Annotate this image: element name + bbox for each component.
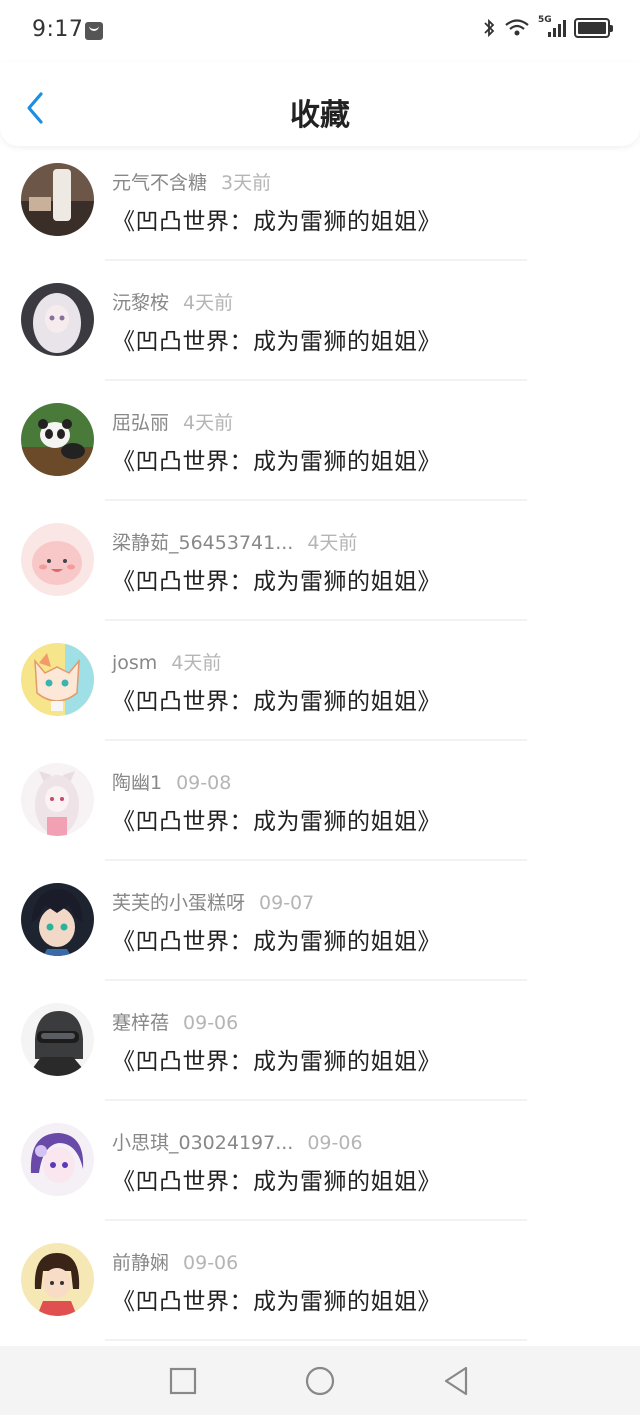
username[interactable]: 陶幽1 bbox=[112, 772, 162, 794]
divider bbox=[105, 1339, 527, 1341]
list-item[interactable]: 屈弘丽 4天前 《凹凸世界：成为雷狮的姐姐》 bbox=[0, 386, 640, 506]
username[interactable]: 前静娴 bbox=[112, 1252, 169, 1274]
avatar[interactable] bbox=[21, 523, 94, 596]
divider bbox=[105, 1099, 527, 1101]
work-title[interactable]: 《凹凸世界：成为雷狮的姐姐》 bbox=[112, 1162, 441, 1196]
signal-5g-icon: 5G bbox=[538, 15, 566, 38]
timestamp: 09-06 bbox=[183, 1012, 239, 1034]
work-title[interactable]: 《凹凸世界：成为雷狮的姐姐》 bbox=[112, 1042, 441, 1076]
user-row: 前静娴 09-06 bbox=[112, 1248, 238, 1275]
user-row: 沅黎桉 4天前 bbox=[112, 288, 233, 315]
work-title[interactable]: 《凹凸世界：成为雷狮的姐姐》 bbox=[112, 1282, 441, 1316]
avatar[interactable] bbox=[21, 1123, 94, 1196]
user-row: josm 4天前 bbox=[112, 648, 221, 675]
user-row: 梁静茹_56453741... 4天前 bbox=[112, 528, 357, 555]
username[interactable]: 芙芙的小蛋糕呀 bbox=[112, 892, 245, 914]
divider bbox=[105, 379, 527, 381]
user-row: 蹇梓蓓 09-06 bbox=[112, 1008, 238, 1035]
work-title[interactable]: 《凹凸世界：成为雷狮的姐姐》 bbox=[112, 682, 441, 716]
page-title: 收藏 bbox=[290, 98, 350, 133]
username[interactable]: 蹇梓蓓 bbox=[112, 1012, 169, 1034]
avatar[interactable] bbox=[21, 283, 94, 356]
avatar[interactable] bbox=[21, 763, 94, 836]
wifi-icon bbox=[505, 19, 529, 36]
battery-icon bbox=[574, 18, 613, 38]
user-row: 小思琪_03024197... 09-06 bbox=[112, 1128, 363, 1155]
divider bbox=[105, 739, 527, 741]
timestamp: 3天前 bbox=[221, 172, 272, 194]
status-bar: 9:17 5G bbox=[0, 0, 640, 62]
avatar[interactable] bbox=[21, 883, 94, 956]
timestamp: 4天前 bbox=[171, 652, 222, 674]
bluetooth-icon bbox=[484, 18, 495, 38]
work-title[interactable]: 《凹凸世界：成为雷狮的姐姐》 bbox=[112, 802, 441, 836]
timestamp: 09-07 bbox=[259, 892, 315, 914]
app-header: 收藏 bbox=[0, 62, 640, 146]
username[interactable]: 元气不含糖 bbox=[112, 172, 207, 194]
timestamp: 4天前 bbox=[183, 292, 234, 314]
list-item[interactable]: 沅黎桉 4天前 《凹凸世界：成为雷狮的姐姐》 bbox=[0, 266, 640, 386]
timestamp: 4天前 bbox=[183, 412, 234, 434]
divider bbox=[105, 859, 527, 861]
username[interactable]: 沅黎桉 bbox=[112, 292, 169, 314]
timestamp: 09-06 bbox=[307, 1132, 363, 1154]
avatar[interactable] bbox=[21, 163, 94, 236]
list-item[interactable]: 前静娴 09-06 《凹凸世界：成为雷狮的姐姐》 bbox=[0, 1226, 640, 1346]
notification-icon bbox=[85, 22, 103, 40]
timestamp: 09-06 bbox=[183, 1252, 239, 1274]
timestamp: 09-08 bbox=[176, 772, 232, 794]
list-item[interactable]: josm 4天前 《凹凸世界：成为雷狮的姐姐》 bbox=[0, 626, 640, 746]
divider bbox=[105, 499, 527, 501]
list-item[interactable]: 蹇梓蓓 09-06 《凹凸世界：成为雷狮的姐姐》 bbox=[0, 986, 640, 1106]
username[interactable]: 屈弘丽 bbox=[112, 412, 169, 434]
divider bbox=[105, 1219, 527, 1221]
work-title[interactable]: 《凹凸世界：成为雷狮的姐姐》 bbox=[112, 922, 441, 956]
timestamp: 4天前 bbox=[307, 532, 358, 554]
work-title[interactable]: 《凹凸世界：成为雷狮的姐姐》 bbox=[112, 202, 441, 236]
username[interactable]: 梁静茹_56453741... bbox=[112, 532, 293, 554]
back-nav-button[interactable] bbox=[439, 1364, 473, 1398]
user-row: 芙芙的小蛋糕呀 09-07 bbox=[112, 888, 314, 915]
status-icons: 5G bbox=[482, 15, 613, 38]
recents-square-icon bbox=[169, 1367, 197, 1395]
user-row: 屈弘丽 4天前 bbox=[112, 408, 233, 435]
username[interactable]: josm bbox=[112, 652, 157, 674]
status-time: 9:17 bbox=[32, 17, 84, 42]
list-item[interactable]: 元气不含糖 3天前 《凹凸世界：成为雷狮的姐姐》 bbox=[0, 146, 640, 266]
favorites-list: 元气不含糖 3天前 《凹凸世界：成为雷狮的姐姐》 沅黎桉 4天前 《凹凸世界：成为雷… bbox=[0, 146, 640, 1346]
avatar[interactable] bbox=[21, 1243, 94, 1316]
home-circle-icon bbox=[305, 1366, 335, 1396]
divider bbox=[105, 259, 527, 261]
system-nav-bar bbox=[0, 1346, 640, 1415]
list-item[interactable]: 梁静茹_56453741... 4天前 《凹凸世界：成为雷狮的姐姐》 bbox=[0, 506, 640, 626]
list-item[interactable]: 芙芙的小蛋糕呀 09-07 《凹凸世界：成为雷狮的姐姐》 bbox=[0, 866, 640, 986]
recents-button[interactable] bbox=[166, 1364, 200, 1398]
user-row: 陶幽1 09-08 bbox=[112, 768, 231, 795]
back-triangle-icon bbox=[444, 1366, 468, 1396]
avatar[interactable] bbox=[21, 403, 94, 476]
list-item[interactable]: 陶幽1 09-08 《凹凸世界：成为雷狮的姐姐》 bbox=[0, 746, 640, 866]
divider bbox=[105, 619, 527, 621]
avatar[interactable] bbox=[21, 1003, 94, 1076]
user-row: 元气不含糖 3天前 bbox=[112, 168, 271, 195]
work-title[interactable]: 《凹凸世界：成为雷狮的姐姐》 bbox=[112, 442, 441, 476]
list-item[interactable]: 小思琪_03024197... 09-06 《凹凸世界：成为雷狮的姐姐》 bbox=[0, 1106, 640, 1226]
work-title[interactable]: 《凹凸世界：成为雷狮的姐姐》 bbox=[112, 322, 441, 356]
home-button[interactable] bbox=[303, 1364, 337, 1398]
divider bbox=[105, 979, 527, 981]
work-title[interactable]: 《凹凸世界：成为雷狮的姐姐》 bbox=[112, 562, 441, 596]
avatar[interactable] bbox=[21, 643, 94, 716]
username[interactable]: 小思琪_03024197... bbox=[112, 1132, 293, 1154]
